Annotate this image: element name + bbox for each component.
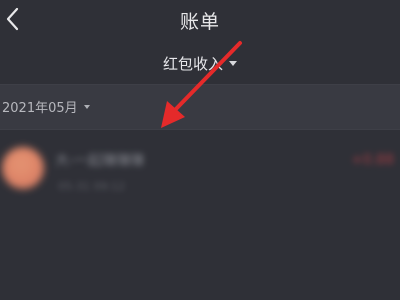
triangle-down-icon bbox=[83, 105, 90, 109]
record-amount: +0.88 bbox=[351, 152, 394, 168]
page-title: 账单 bbox=[179, 11, 220, 33]
month-selector-bar: 2021年05月 bbox=[0, 84, 400, 130]
month-label: 2021年05月 bbox=[2, 101, 78, 116]
income-type-dropdown[interactable]: 红包收入 bbox=[163, 53, 237, 74]
record-sender-name: 大-一起赚赚赚 bbox=[55, 153, 145, 169]
month-selector-dropdown[interactable]: 2021年05月 bbox=[2, 97, 90, 116]
filter-row: 红包收入 bbox=[0, 52, 400, 74]
avatar bbox=[2, 147, 44, 189]
triangle-down-icon bbox=[229, 61, 237, 66]
top-navigation-bar: 账单 bbox=[0, 0, 400, 40]
record-time: 05-31 09:12 bbox=[58, 180, 126, 193]
list-item[interactable]: 大-一起赚赚赚 05-31 09:12 +0.88 bbox=[0, 130, 400, 210]
income-type-label: 红包收入 bbox=[162, 54, 223, 73]
